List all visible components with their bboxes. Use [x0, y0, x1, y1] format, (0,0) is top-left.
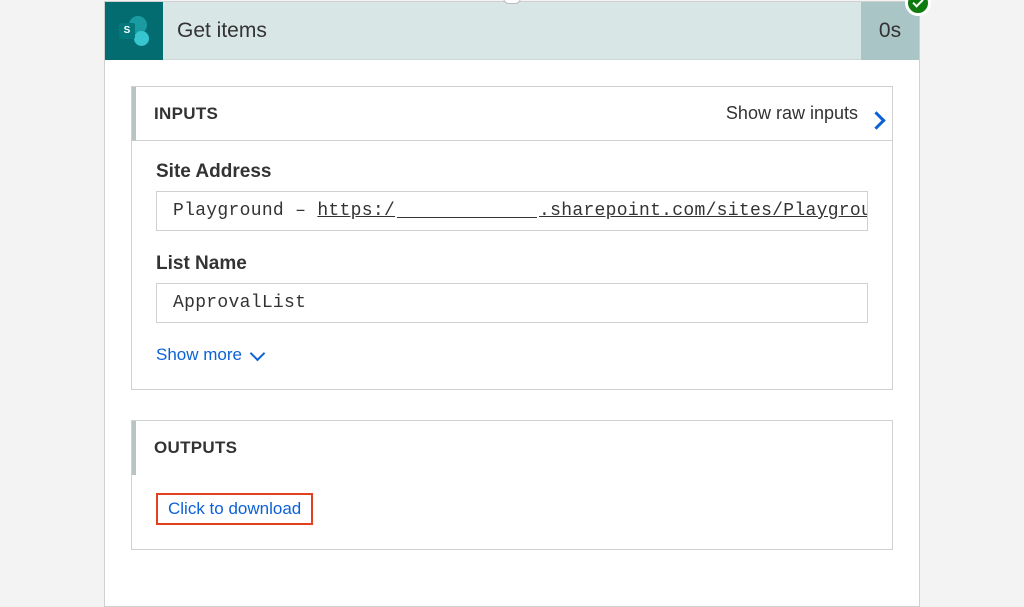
show-more-button[interactable]: Show more	[156, 345, 868, 365]
site-address-value: Playground – https:/.sharepoint.com/site…	[156, 191, 868, 231]
outputs-header: OUTPUTS	[132, 421, 892, 475]
chevron-down-icon	[252, 352, 263, 359]
card-body: INPUTS Show raw inputs Site Address Play…	[105, 60, 919, 606]
inputs-section: INPUTS Show raw inputs Site Address Play…	[131, 86, 893, 390]
action-card: S Get items 0s INPUTS Show raw inputs Si…	[104, 1, 920, 607]
site-address-label: Site Address	[156, 161, 868, 183]
list-name-value: ApprovalList	[156, 283, 868, 323]
list-name-label: List Name	[156, 253, 868, 275]
card-header[interactable]: S Get items 0s	[105, 2, 919, 60]
outputs-content: Click to download	[132, 475, 892, 549]
field-site-address: Site Address Playground – https:/.sharep…	[156, 161, 868, 231]
field-list-name: List Name ApprovalList	[156, 253, 868, 323]
sharepoint-icon: S	[105, 2, 163, 60]
click-to-download-link[interactable]: Click to download	[156, 493, 313, 525]
inputs-header: INPUTS Show raw inputs	[132, 87, 892, 141]
show-raw-inputs-label: Show raw inputs	[726, 103, 858, 124]
outputs-section: OUTPUTS Click to download	[131, 420, 893, 550]
show-more-label: Show more	[156, 345, 242, 365]
card-title: Get items	[163, 19, 861, 43]
inputs-content: Site Address Playground – https:/.sharep…	[132, 141, 892, 389]
inputs-title: INPUTS	[154, 104, 218, 124]
check-icon	[912, 0, 923, 8]
show-raw-inputs-button[interactable]: Show raw inputs	[726, 103, 874, 124]
outputs-title: OUTPUTS	[154, 438, 237, 458]
